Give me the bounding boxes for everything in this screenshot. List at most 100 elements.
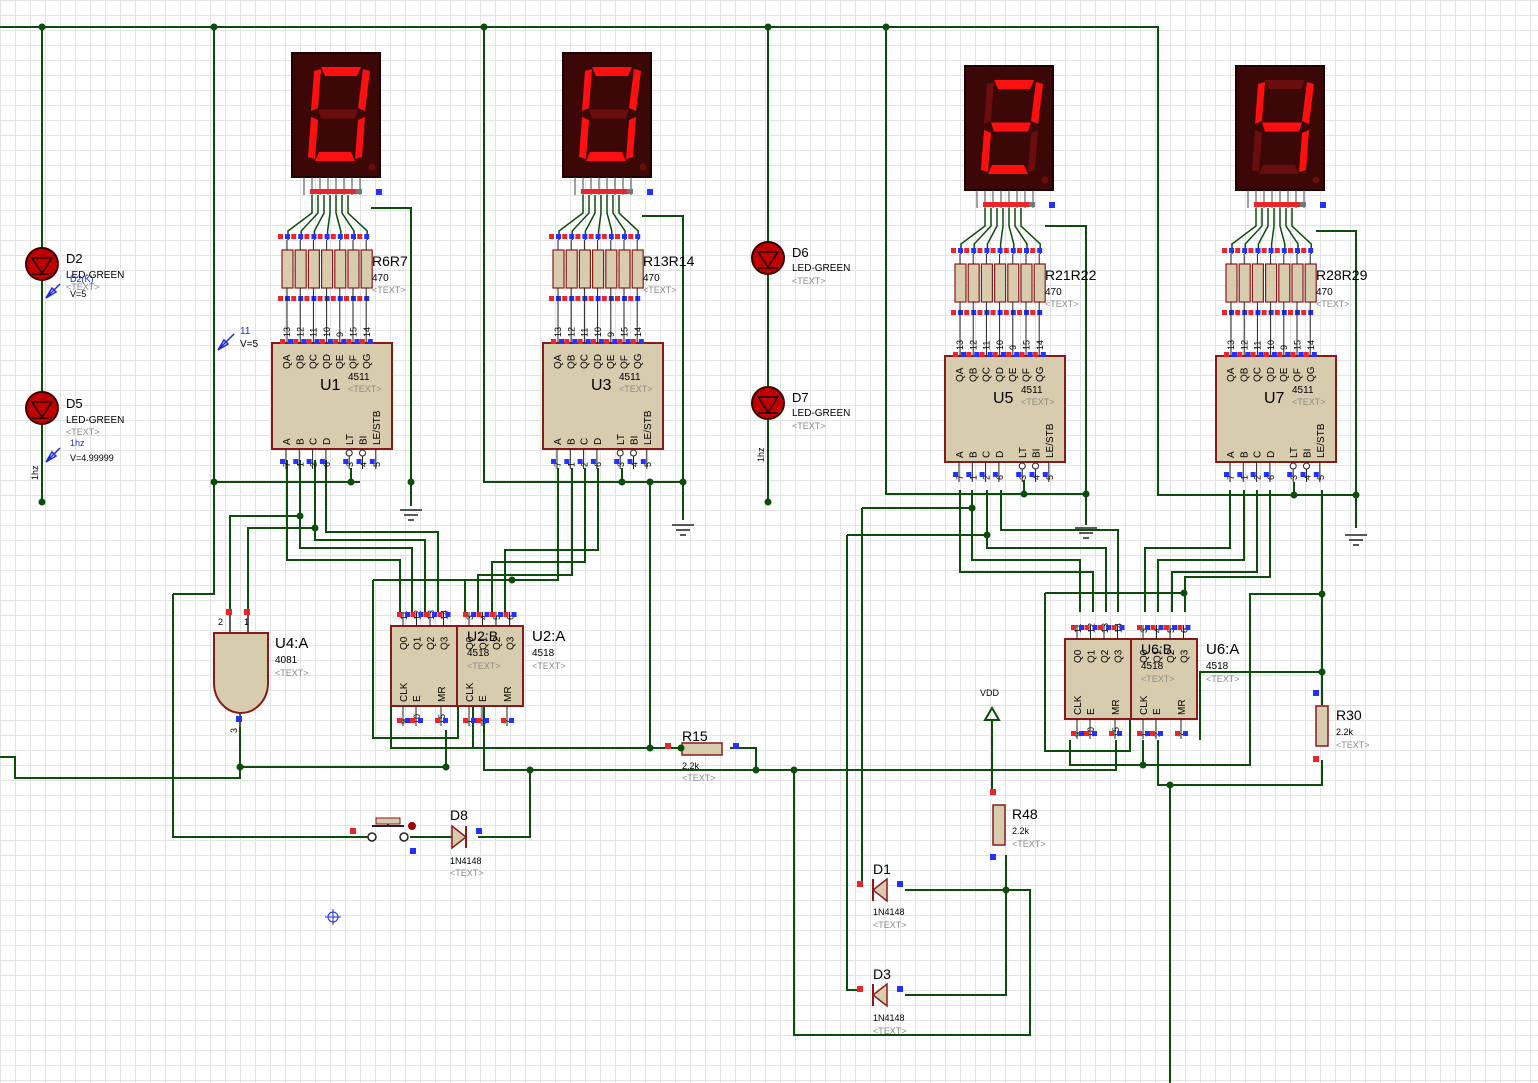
resistor-text: <TEXT> [682,773,716,783]
and-gate-u4a[interactable]: 2 1 3 U4:A 4081 <TEXT> [213,609,309,733]
led-d6[interactable]: D6 LED-GREEN <TEXT> [751,241,850,286]
chip-input-label: C [982,451,993,458]
resistor-pack[interactable]: R6R7 470<TEXT> [278,234,408,343]
counter-q-label: Q3 [1180,649,1191,663]
diode-d1[interactable]: D1 1N4148 <TEXT> [857,861,907,930]
led-d2[interactable]: D2 LED-GREEN <TEXT> D2(K) V=5 [25,247,124,299]
diode-icon [451,824,468,850]
led-icon [25,247,59,281]
junction-dot [526,766,534,774]
chip-text: <TEXT> [1021,397,1055,407]
chip-output-label: QA [553,354,564,369]
resistor-pack-value: 470 [372,273,389,284]
chip-output-label: QD [322,354,333,369]
decoder-chip-4511[interactable]: QA13QB12QC11QD10QE9QF15QG14A7B1C2D6LT3BI… [542,327,664,469]
segment-d [988,165,1028,174]
led-part: LED-GREEN [792,408,850,419]
resistor-pack-value: 470 [1316,287,1333,298]
counter-q-label: Q3 [506,636,517,650]
display-pin-bar [983,202,1029,207]
pin-number: 15 [620,327,630,337]
junction-dot [882,23,890,31]
chip-input-label: BI [630,436,641,445]
and-gate-text: <TEXT> [275,668,309,678]
junction-dot [1180,589,1188,597]
resistor-body [992,804,1006,846]
resistor-body [1033,263,1046,303]
display-pin-bar [1254,202,1300,207]
junction-dot [442,763,450,771]
resistor-body [631,249,644,289]
segment-a [994,80,1034,89]
seven-segment-display[interactable]: 0 [0,0,382,240]
diode-d3[interactable]: D3 1N4148 <TEXT> [857,966,907,1036]
pin-number: 1 [244,617,249,627]
chip-output-label: QB [1239,367,1250,382]
resistor-body [1020,263,1033,303]
chip-input-label: D [1266,451,1277,458]
junction-dot [1139,761,1147,769]
junction-dot [210,478,218,486]
chip-output-label: QE [335,354,346,369]
junction-dot [646,478,654,486]
chip-ref: U3 [591,377,612,394]
diode-ref: D3 [873,966,891,982]
counter-ctl-label: CLK [1139,695,1150,715]
resistor-body [591,249,605,289]
pin-number: 14 [362,327,372,337]
seven-segment-display[interactable]: 2 [0,0,1055,254]
junction-dot [646,744,654,752]
junction-dot [508,576,516,584]
led-part: LED-GREEN [66,415,124,426]
pin-number: 14 [1035,340,1045,350]
resistor-body [360,249,373,289]
resistor-ref: R15 [682,728,708,744]
pin-number: 9 [1008,345,1018,350]
probe-arrow-icon [45,283,61,299]
diode-d8[interactable]: D8 1N4148 <TEXT> [450,807,484,878]
decoder-chip-4511[interactable]: QA13QB12QC11QD10QE9QF15QG14A7B1C2D6LT3BI… [1215,340,1337,482]
resistor-pack[interactable]: R13R14 470<TEXT> [549,234,695,343]
counter-chip-4518[interactable]: Q011Q112Q213Q314CLK9E10MR15Q03Q14Q25Q36C… [1064,623,1240,739]
chip-output-label: QE [1279,367,1290,382]
chip-output-label: QG [1035,366,1046,382]
resistor-body [294,249,307,289]
junction-dot [618,478,626,486]
pin-number: 2 [218,617,223,627]
decimal-point [1312,176,1320,184]
decoder-chip-4511[interactable]: QA13QB12QC11QD10QE9QF15QG14A7B1C2D6LT3BI… [944,340,1066,482]
resistor-r48[interactable]: R48 2.2k <TEXT> [990,789,1046,860]
led-text: <TEXT> [792,421,826,431]
junction-dot [679,478,687,486]
resistor-r15[interactable]: R15 2.2k <TEXT> [665,728,739,783]
chip-output-label: QG [633,353,644,369]
chip-output-label: QE [1008,367,1019,382]
and-gate-body [213,632,269,714]
schematic[interactable]: 0024 R6R7470<TEXT>QA13QB12QC11QD10QE9QF1… [0,0,1538,1083]
pin-number: 10 [593,327,603,337]
led-d5[interactable]: D5 LED-GREEN <TEXT> 1hz V=4.99999 [25,391,124,463]
resistor-pack-text: <TEXT> [372,285,406,295]
chip-part: 4511 [1021,385,1043,396]
probe-left[interactable]: 11 V=5 [217,326,259,351]
junction-dot [311,524,319,532]
chip-part: 4511 [348,372,370,383]
junction-dot [764,498,772,506]
counter-part: 4518 [1206,661,1229,672]
counter-chip-4518[interactable]: Q011Q112Q213Q314CLK9E10MR15Q03Q14Q25Q36C… [390,610,566,726]
led-d7[interactable]: D7 LED-GREEN <TEXT> [751,386,850,431]
segment-g [318,109,358,119]
led-text: <TEXT> [66,427,100,437]
resistor-value: 2.2k [1012,826,1030,836]
pin-number: 14 [1306,340,1316,350]
probe-name: D2(K) [70,274,94,284]
chip-input-label: A [955,451,966,458]
chip-output-label: QC [580,354,591,369]
schematic-canvas[interactable]: 0024 R6R7470<TEXT>QA13QB12QC11QD10QE9QF1… [0,0,1538,1083]
chip-input-label: LE/STB [643,410,654,445]
junction-dot [236,763,244,771]
decoder-chip-4511[interactable]: QA13QB12QC11QD10QE9QF15QG14A7B1C2D6LT3BI… [271,327,393,469]
diode-text: <TEXT> [450,868,484,878]
junction-dot [38,23,46,31]
junction-dot [1318,590,1326,598]
